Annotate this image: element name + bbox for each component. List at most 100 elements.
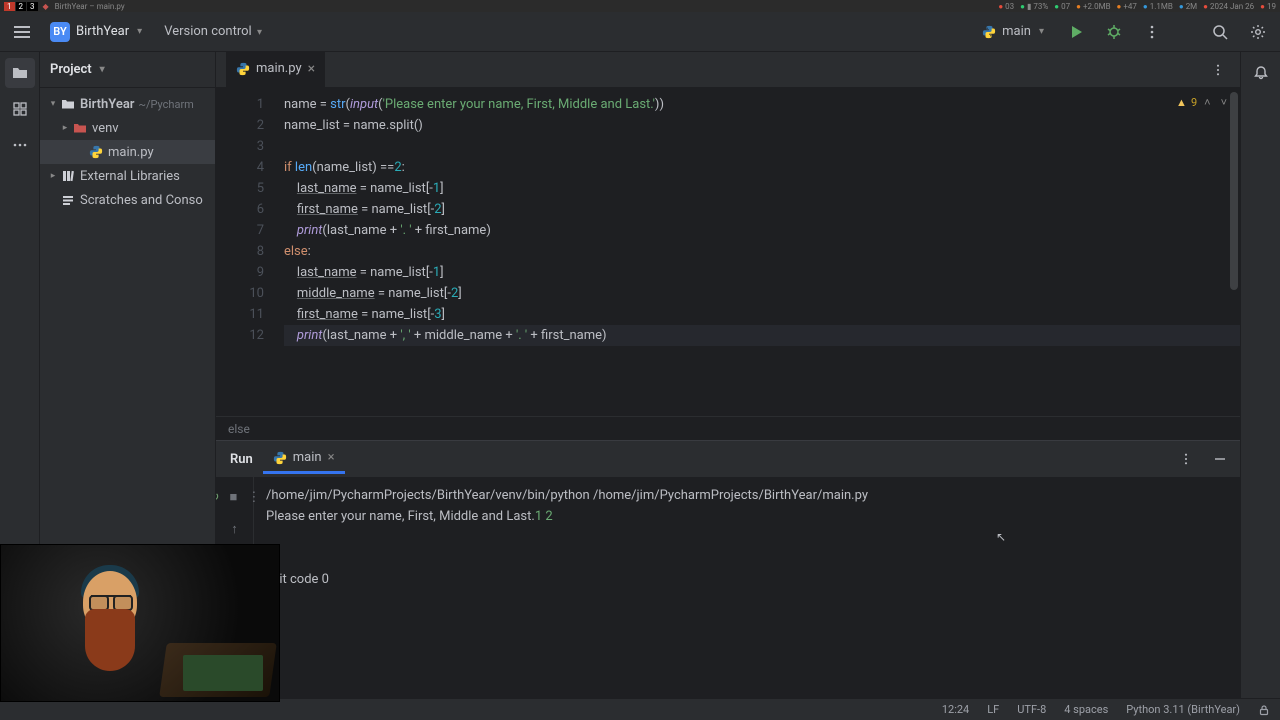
window-title: BirthYear – main.py — [55, 2, 125, 11]
hide-run-button[interactable] — [1206, 445, 1234, 473]
tray-ind-8: 19 — [1260, 2, 1276, 11]
code-editor[interactable]: 123456789101112 name = str(input('Please… — [216, 88, 1240, 416]
python-icon — [273, 451, 287, 465]
line-number-gutter: 123456789101112 — [216, 88, 274, 416]
status-interpreter[interactable]: Python 3.11 (BirthYear) — [1126, 703, 1240, 716]
structure-tool-button[interactable] — [5, 94, 35, 124]
run-tool-title: Run — [230, 452, 253, 467]
run-console[interactable]: /home/jim/PycharmProjects/BirthYear/venv… — [254, 477, 1240, 698]
next-highlight-button[interactable]: ˅ — [1218, 96, 1230, 109]
status-indent[interactable]: 4 spaces — [1064, 703, 1108, 716]
editor-tabs: main.py × — [216, 52, 1240, 88]
tab-main-py[interactable]: main.py × — [226, 52, 325, 88]
chevron-down-icon: ▾ — [100, 64, 105, 75]
desktop-taskbar: 1 2 3 ◆ BirthYear – main.py 03 ▮ 73% 07 … — [0, 0, 1280, 12]
workspace-1[interactable]: 1 — [4, 2, 15, 11]
project-tree[interactable]: ▾ BirthYear ~/Pycharm ▸ venv main.py ▸ — [40, 88, 215, 216]
project-name: BirthYear — [76, 24, 129, 39]
main-menu-button[interactable] — [8, 18, 36, 46]
editor-breadcrumb[interactable]: else — [216, 416, 1240, 440]
code-content[interactable]: name = str(input('Please enter your name… — [274, 88, 1240, 416]
chevron-down-icon: ▾ — [1039, 26, 1044, 37]
run-tab-main[interactable]: main × — [263, 444, 345, 474]
tree-root[interactable]: ▾ BirthYear ~/Pycharm — [40, 92, 215, 116]
minimize-icon — [1213, 452, 1227, 466]
folder-icon — [11, 64, 29, 82]
tab-label: main.py — [256, 61, 302, 76]
ide-topbar: BY BirthYear ▾ Version control ▾ main ▾ — [0, 12, 1280, 52]
prev-highlight-button[interactable]: ˄ — [1201, 96, 1213, 109]
collapse-arrow-icon[interactable]: ▾ — [46, 99, 60, 109]
readonly-lock-icon[interactable] — [1258, 704, 1270, 716]
status-encoding[interactable]: UTF-8 — [1017, 703, 1046, 716]
console-prompt-line: Please enter your name, First, Middle an… — [266, 506, 1228, 527]
structure-icon — [12, 101, 28, 117]
workspace-3[interactable]: 3 — [27, 2, 38, 11]
run-tool-window: Run main × ↻ ■ — [216, 440, 1240, 698]
tray-ind-3: +2.0MB — [1076, 2, 1110, 11]
tray-ind-0: 03 — [998, 2, 1014, 11]
expand-arrow-icon[interactable]: ▸ — [46, 171, 60, 181]
debug-button[interactable] — [1100, 18, 1128, 46]
editor-vscrollbar[interactable] — [1230, 92, 1238, 412]
more-actions-button[interactable] — [1138, 18, 1166, 46]
mouse-cursor: ↖ — [996, 527, 1006, 548]
tree-path-hint: ~/Pycharm — [138, 98, 193, 111]
tree-label: BirthYear — [80, 97, 134, 112]
tray-ind-5: 1.1MB — [1143, 2, 1173, 11]
tree-label: Scratches and Conso — [80, 193, 203, 208]
webcam-overlay — [0, 544, 280, 702]
console-command-line: /home/jim/PycharmProjects/BirthYear/venv… — [266, 485, 1228, 506]
search-button[interactable] — [1206, 18, 1234, 46]
stop-button[interactable]: ■ — [230, 489, 238, 505]
inspections-widget[interactable]: ▲ 9 ˄ ˅ — [1176, 96, 1230, 109]
version-control-menu[interactable]: Version control ▾ — [156, 20, 270, 43]
bell-icon — [1253, 65, 1269, 81]
tree-file-main[interactable]: main.py — [40, 140, 215, 164]
chevron-down-icon: ▾ — [257, 27, 262, 38]
tray-ind-2: 07 — [1054, 2, 1070, 11]
expand-arrow-icon[interactable]: ▸ — [58, 123, 72, 133]
python-icon — [982, 25, 996, 39]
dots-icon — [13, 138, 27, 152]
python-icon — [236, 62, 250, 76]
library-icon — [60, 168, 76, 184]
run-button[interactable] — [1062, 18, 1090, 46]
more-tool-button[interactable] — [5, 130, 35, 160]
tray-ind-4: +47 — [1117, 2, 1137, 11]
right-tool-rail — [1240, 52, 1280, 698]
status-cursor[interactable]: 12:24 — [942, 703, 969, 716]
run-options-button[interactable] — [1172, 445, 1200, 473]
notifications-button[interactable] — [1246, 58, 1276, 88]
warning-count: 9 — [1191, 96, 1197, 109]
run-config-selector[interactable]: main ▾ — [974, 20, 1052, 43]
tree-label: venv — [92, 121, 119, 136]
tree-external-libraries[interactable]: ▸ External Libraries — [40, 164, 215, 188]
status-linesep[interactable]: LF — [987, 703, 999, 716]
project-badge: BY — [50, 22, 70, 42]
project-selector[interactable]: BY BirthYear ▾ — [42, 18, 150, 46]
tray-date: 2024 Jan 26 — [1203, 2, 1254, 11]
tray-ind-6: 2M — [1179, 2, 1197, 11]
run-config-name: main — [1002, 24, 1031, 39]
dots-icon — [1180, 453, 1192, 465]
close-tab-button[interactable]: × — [308, 61, 315, 77]
close-run-tab-button[interactable]: × — [328, 450, 335, 465]
tree-label: External Libraries — [80, 169, 180, 184]
tab-more-button[interactable] — [1204, 56, 1232, 84]
scratches-icon — [60, 192, 76, 208]
project-tool-button[interactable] — [5, 58, 35, 88]
workspace-2[interactable]: 2 — [16, 2, 27, 11]
project-panel-header[interactable]: Project ▾ — [40, 52, 215, 88]
tree-folder-venv[interactable]: ▸ venv — [40, 116, 215, 140]
tree-label: main.py — [108, 145, 154, 160]
settings-button[interactable] — [1244, 18, 1272, 46]
rerun-button[interactable]: ↻ — [216, 490, 220, 505]
folder-icon — [72, 120, 88, 136]
tree-scratches[interactable]: Scratches and Conso — [40, 188, 215, 212]
up-trace-button[interactable]: ↑ — [231, 521, 238, 537]
tray-ind-1: ▮ 73% — [1020, 2, 1048, 11]
editor-area: main.py × 123456789101112 name = str(inp… — [216, 52, 1240, 698]
folder-icon — [60, 96, 76, 112]
system-tray: 03 ▮ 73% 07 +2.0MB +47 1.1MB 2M 2024 Jan… — [998, 2, 1276, 11]
